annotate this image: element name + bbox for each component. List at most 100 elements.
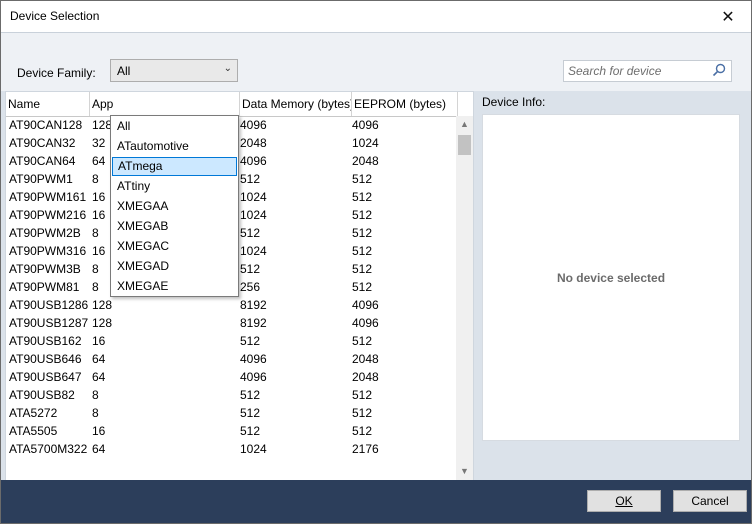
table-row[interactable]: AT90USB82 8 512 512 xyxy=(6,387,458,405)
table-cell: 4096 xyxy=(352,316,379,330)
table-row[interactable]: ATA5505 16 512 512 xyxy=(6,423,458,441)
device-family-label: Device Family: xyxy=(17,66,96,80)
table-cell: 4096 xyxy=(240,370,267,384)
table-cell: 2048 xyxy=(240,136,267,150)
table-row[interactable]: AT90USB162 16 512 512 xyxy=(6,333,458,351)
table-cell: AT90USB1287 xyxy=(9,316,89,330)
device-selection-dialog: Device Selection ✕ Device Family: All ⌄ … xyxy=(0,0,752,524)
dropdown-option[interactable]: ATtiny xyxy=(112,177,237,196)
title-bar: Device Selection ✕ xyxy=(1,1,751,32)
table-cell: 512 xyxy=(352,190,373,204)
table-cell: AT90USB162 xyxy=(9,334,82,348)
dropdown-option[interactable]: ATautomotive xyxy=(112,137,237,156)
search-box xyxy=(563,60,732,82)
table-cell: 16 xyxy=(92,190,106,204)
table-cell: AT90USB646 xyxy=(9,352,82,366)
table-cell: 16 xyxy=(92,424,106,438)
table-cell: ATA5505 xyxy=(9,424,58,438)
table-row[interactable]: AT90USB646 64 4096 2048 xyxy=(6,351,458,369)
ok-button[interactable]: OK xyxy=(587,490,661,512)
dialog-footer: OK Cancel xyxy=(1,480,751,523)
scroll-down-icon[interactable]: ▼ xyxy=(456,463,473,480)
table-cell: 512 xyxy=(240,334,261,348)
device-family-value: All xyxy=(117,64,131,78)
table-cell: 512 xyxy=(352,334,373,348)
table-cell: 512 xyxy=(352,424,373,438)
table-cell: AT90CAN64 xyxy=(9,154,76,168)
table-cell: 2176 xyxy=(352,442,379,456)
dropdown-option[interactable]: XMEGAC xyxy=(112,237,237,256)
table-cell: 1024 xyxy=(240,442,267,456)
table-cell: 512 xyxy=(352,388,373,402)
filter-toolbar: Device Family: All ⌄ xyxy=(1,32,751,91)
cancel-button[interactable]: Cancel xyxy=(673,490,747,512)
table-cell: 4096 xyxy=(240,352,267,366)
table-cell: 4096 xyxy=(352,298,379,312)
table-cell: 64 xyxy=(92,352,106,366)
column-header-name[interactable]: Name xyxy=(6,92,90,116)
search-icon[interactable] xyxy=(712,63,726,77)
table-cell: 64 xyxy=(92,154,106,168)
table-cell: 512 xyxy=(352,280,373,294)
table-cell: 512 xyxy=(240,388,261,402)
table-cell: 32 xyxy=(92,136,106,150)
table-cell: 8 xyxy=(92,262,99,276)
table-cell: 512 xyxy=(240,424,261,438)
table-cell: AT90PWM161 xyxy=(9,190,87,204)
table-cell: 512 xyxy=(352,226,373,240)
column-header-data-memory[interactable]: Data Memory (bytes) xyxy=(240,92,352,116)
table-cell: 512 xyxy=(352,244,373,258)
table-header: Name App Data Memory (bytes) EEPROM (byt… xyxy=(6,92,458,117)
table-row[interactable]: AT90USB1286 128 8192 4096 xyxy=(6,297,458,315)
dropdown-option[interactable]: All xyxy=(112,117,237,136)
scroll-thumb[interactable] xyxy=(458,135,471,155)
table-cell: AT90PWM81 xyxy=(9,280,80,294)
table-cell: 8192 xyxy=(240,298,267,312)
vertical-scrollbar[interactable]: ▲ ▼ xyxy=(456,116,473,480)
table-row[interactable]: ATA5700M322 64 1024 2176 xyxy=(6,441,458,459)
dropdown-option[interactable]: ATmega xyxy=(112,157,237,176)
table-cell: 512 xyxy=(240,262,261,276)
table-cell: 4096 xyxy=(352,118,379,132)
table-row[interactable]: AT90USB1287 128 8192 4096 xyxy=(6,315,458,333)
table-cell: 512 xyxy=(352,172,373,186)
scroll-up-icon[interactable]: ▲ xyxy=(456,116,473,133)
dropdown-option[interactable]: XMEGAE xyxy=(112,277,237,296)
device-family-select[interactable]: All ⌄ xyxy=(110,59,238,82)
table-row[interactable]: ATA5272 8 512 512 xyxy=(6,405,458,423)
table-cell: 8 xyxy=(92,406,99,420)
table-cell: AT90CAN32 xyxy=(9,136,76,150)
dropdown-option[interactable]: XMEGAD xyxy=(112,257,237,276)
table-cell: 512 xyxy=(352,208,373,222)
window-title: Device Selection xyxy=(10,9,100,23)
dropdown-option[interactable]: XMEGAA xyxy=(112,197,237,216)
close-button[interactable]: ✕ xyxy=(705,1,751,32)
device-table: Name App Data Memory (bytes) EEPROM (byt… xyxy=(5,91,474,481)
device-info-label: Device Info: xyxy=(482,95,546,109)
table-cell: 256 xyxy=(240,280,261,294)
dialog-content: Device Family: All ⌄ Name App Data Memor… xyxy=(1,32,751,481)
table-cell: 8 xyxy=(92,280,99,294)
table-cell: 4096 xyxy=(240,154,267,168)
close-icon: ✕ xyxy=(721,8,735,26)
dropdown-option[interactable]: XMEGAB xyxy=(112,217,237,236)
table-cell: 16 xyxy=(92,334,106,348)
chevron-down-icon: ⌄ xyxy=(223,63,232,74)
table-cell: 64 xyxy=(92,370,106,384)
table-cell: 1024 xyxy=(240,208,267,222)
column-header-eeprom[interactable]: EEPROM (bytes) xyxy=(352,92,458,116)
table-cell: 4096 xyxy=(240,118,267,132)
table-cell: 1024 xyxy=(240,190,267,204)
search-input[interactable] xyxy=(568,64,708,78)
table-cell: 8 xyxy=(92,172,99,186)
table-cell: AT90USB1286 xyxy=(9,298,89,312)
table-cell: 8 xyxy=(92,388,99,402)
device-family-dropdown-list: All ATautomotive ATmega ATtiny XMEGAA XMEGAB X… xyxy=(110,115,239,297)
table-cell: ATA5272 xyxy=(9,406,58,420)
cancel-button-label: Cancel xyxy=(691,494,729,508)
device-info-panel: No device selected xyxy=(482,114,740,441)
column-header-app[interactable]: App xyxy=(90,92,240,116)
table-cell: 16 xyxy=(92,244,106,258)
table-row[interactable]: AT90USB647 64 4096 2048 xyxy=(6,369,458,387)
table-cell: 1024 xyxy=(240,244,267,258)
